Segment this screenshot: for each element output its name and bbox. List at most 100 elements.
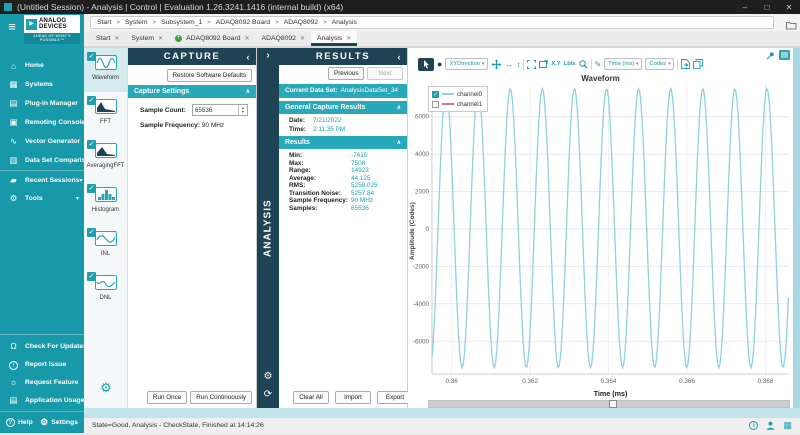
tab-analysis[interactable]: Analysis✕: [311, 31, 357, 46]
info-icon[interactable]: i: [749, 421, 758, 430]
clear-all-button[interactable]: Clear All: [293, 391, 329, 404]
svg-text:6000: 6000: [415, 114, 430, 121]
x-unit-dropdown[interactable]: Time (ms)▾: [604, 58, 642, 70]
results-panel-header: RESULTS ‹: [279, 48, 407, 65]
sidebar-item-request-feature[interactable]: ☼Request Feature: [0, 373, 84, 391]
zoom-box-icon[interactable]: [539, 60, 548, 69]
legend-item-channel0[interactable]: ✓channel0: [432, 89, 482, 99]
checkbox[interactable]: ✓: [87, 96, 96, 105]
tab-system[interactable]: System✕: [125, 31, 169, 46]
sidebar-item-application-usage-logging[interactable]: ▤Application Usage Logging: [0, 391, 84, 409]
checkbox[interactable]: ✓: [87, 140, 96, 149]
tab-close-icon[interactable]: ✕: [245, 35, 250, 42]
breadcrumb-item-subsystem-1[interactable]: Subsystem_1: [161, 19, 202, 26]
y-unit-dropdown[interactable]: Codes▾: [645, 58, 674, 70]
chart-horizontal-scrollbar[interactable]: [428, 400, 790, 408]
horizontal-fit-icon[interactable]: ↔: [505, 60, 513, 69]
analysis-refresh-icon[interactable]: ⟳: [257, 389, 279, 400]
copy-icon[interactable]: [693, 59, 703, 69]
apps-grid-icon[interactable]: ▦: [783, 420, 792, 431]
checkbox[interactable]: ✓: [87, 184, 96, 193]
export-file-icon[interactable]: [681, 59, 690, 69]
tool-selector-waveform[interactable]: ✓Waveform: [84, 48, 127, 92]
pin-icon[interactable]: [766, 51, 775, 60]
sidebar-item-check-for-updates[interactable]: ΩCheck For Updates: [0, 337, 84, 355]
chart-menu-grid-icon[interactable]: [779, 50, 790, 60]
sidebar-item-vector-generator[interactable]: ∿Vector Generator: [0, 132, 84, 151]
sidebar-item-home[interactable]: ⌂Home: [0, 56, 84, 75]
spinner[interactable]: ▴▾: [238, 105, 247, 115]
menu-toggle-icon[interactable]: ≡: [0, 14, 24, 42]
run-once-button[interactable]: Run Once: [147, 391, 187, 404]
sidebar-item-report-issue[interactable]: !Report Issue: [0, 355, 84, 373]
tool-selector-fft[interactable]: ✓FFT: [84, 92, 127, 136]
xy-direction-dropdown[interactable]: XYDirection▾: [445, 58, 488, 70]
tools-settings-gear-icon[interactable]: ⚙: [84, 380, 128, 396]
legend-item-channel1[interactable]: ✓channel1: [432, 99, 482, 109]
sidebar-item-data-set-comparison[interactable]: ▥Data Set Comparison: [0, 151, 84, 170]
vertical-fit-icon[interactable]: ↕: [516, 60, 520, 69]
tab-adaq8092-board[interactable]: +ADAQ8092 Board✕: [169, 31, 255, 46]
pointer-tool-button[interactable]: [418, 58, 434, 71]
scrollbar-handle[interactable]: [609, 400, 617, 408]
maximize-button[interactable]: □: [756, 3, 778, 12]
checkbox[interactable]: ✓: [87, 272, 96, 281]
collapse-left-icon[interactable]: ‹: [398, 52, 403, 62]
sidebar-item-tools[interactable]: ⚙Tools▾: [0, 189, 84, 208]
pan-move-icon[interactable]: [491, 59, 502, 70]
next-button[interactable]: Next: [367, 67, 403, 80]
sidebar-item-remoting-console[interactable]: ▣Remoting Console: [0, 113, 84, 132]
legend-checkbox[interactable]: ✓: [432, 101, 439, 108]
minimize-button[interactable]: –: [734, 3, 756, 12]
restore-defaults-button[interactable]: Restore Software Defaults: [167, 69, 253, 82]
legend-line-sample: [442, 103, 454, 105]
run-continuously-button[interactable]: Run Continuously: [190, 391, 252, 404]
breadcrumb-bar: Start>System>Subsystem_1>ADAQ8092 Board>…: [84, 14, 800, 31]
sidebar-item-systems[interactable]: ▦Systems: [0, 75, 84, 94]
breadcrumb-item-start[interactable]: Start: [97, 19, 111, 26]
chart-legend: ✓channel0✓channel1: [428, 86, 488, 112]
sidebar-footer-settings[interactable]: ⚙Settings: [40, 417, 78, 428]
xy-values-button[interactable]: X,Y: [551, 61, 560, 67]
breadcrumb-separator: >: [323, 20, 327, 26]
tool-selector-histogram[interactable]: ✓Histogram: [84, 180, 127, 224]
annotate-pencil-icon[interactable]: ✎: [595, 60, 602, 69]
result-row-samples: Samples:65536: [289, 205, 401, 213]
breadcrumb-item-adaq8092[interactable]: ADAQ8092: [284, 19, 318, 26]
sidebar-item-plug-in-manager[interactable]: ▤Plug-in Manager: [0, 94, 84, 113]
user-icon[interactable]: [766, 417, 775, 435]
analysis-gear-icon[interactable]: ⚙: [257, 371, 279, 382]
general-capture-results-header[interactable]: General Capture Results ∧: [279, 101, 407, 114]
tab-adaq8092[interactable]: ADAQ8092✕: [256, 31, 311, 46]
sample-count-input[interactable]: 65536 ▴▾: [192, 104, 248, 116]
tool-selector-averagingfft[interactable]: ✓AveragingFFT: [84, 136, 127, 180]
checkbox[interactable]: ✓: [87, 52, 96, 61]
fit-view-icon[interactable]: [527, 60, 536, 69]
expand-right-icon[interactable]: ›: [257, 50, 279, 61]
breadcrumb-item-system[interactable]: System: [125, 19, 148, 26]
tab-close-icon[interactable]: ✕: [114, 35, 119, 42]
checkbox[interactable]: ✓: [87, 228, 96, 237]
tool-selector-dnl[interactable]: ✓DNL: [84, 268, 127, 312]
magnifier-icon[interactable]: [579, 60, 588, 69]
import-button[interactable]: Import: [335, 391, 371, 404]
previous-button[interactable]: Previous: [328, 67, 364, 80]
chart-vertical-scrollbar[interactable]: [793, 48, 800, 408]
tab-close-icon[interactable]: ✕: [300, 35, 305, 42]
breadcrumb-item-adaq8092-board[interactable]: ADAQ8092 Board: [216, 19, 270, 26]
sidebar-footer-help[interactable]: ?Help: [6, 418, 33, 427]
legend-checkbox[interactable]: ✓: [432, 91, 439, 98]
tab-close-icon[interactable]: ✕: [346, 35, 351, 42]
sidebar-item-recent-sessions[interactable]: ▰Recent Sessions▾: [0, 170, 84, 189]
collapse-left-icon[interactable]: ‹: [247, 52, 252, 62]
labels-button[interactable]: Lbls: [564, 61, 576, 67]
tab-close-icon[interactable]: ✕: [158, 35, 163, 42]
breadcrumb-item-analysis[interactable]: Analysis: [332, 19, 357, 26]
close-button[interactable]: ✕: [778, 3, 800, 12]
capture-settings-header[interactable]: Capture Settings ∧: [128, 85, 256, 98]
results-section-header[interactable]: Results ∧: [279, 136, 407, 149]
waveform-plot[interactable]: 6000400020000-2000-4000-60000.360.3620.3…: [408, 78, 793, 400]
tab-start[interactable]: Start✕: [90, 31, 125, 46]
tool-selector-inl[interactable]: ✓INL: [84, 224, 127, 268]
brush-tool-button[interactable]: ●: [437, 59, 442, 69]
